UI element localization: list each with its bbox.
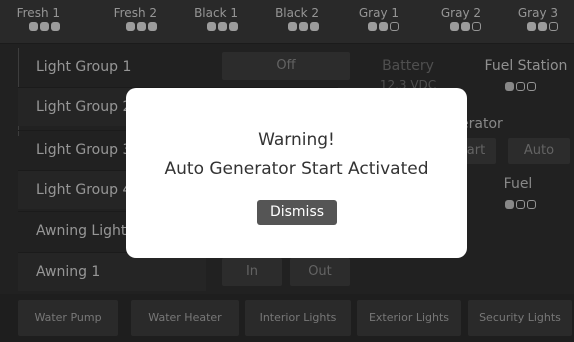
warning-dialog: Warning! Auto Generator Start Activated … [126, 88, 467, 258]
dialog-message: Auto Generator Start Activated [164, 159, 429, 179]
dialog-title: Warning! [258, 130, 335, 150]
control-panel-screen: Fresh 1 Fresh 2 Black 1 Black 2 Gray 1 G… [0, 0, 574, 342]
dismiss-button[interactable]: Dismiss [257, 200, 337, 225]
